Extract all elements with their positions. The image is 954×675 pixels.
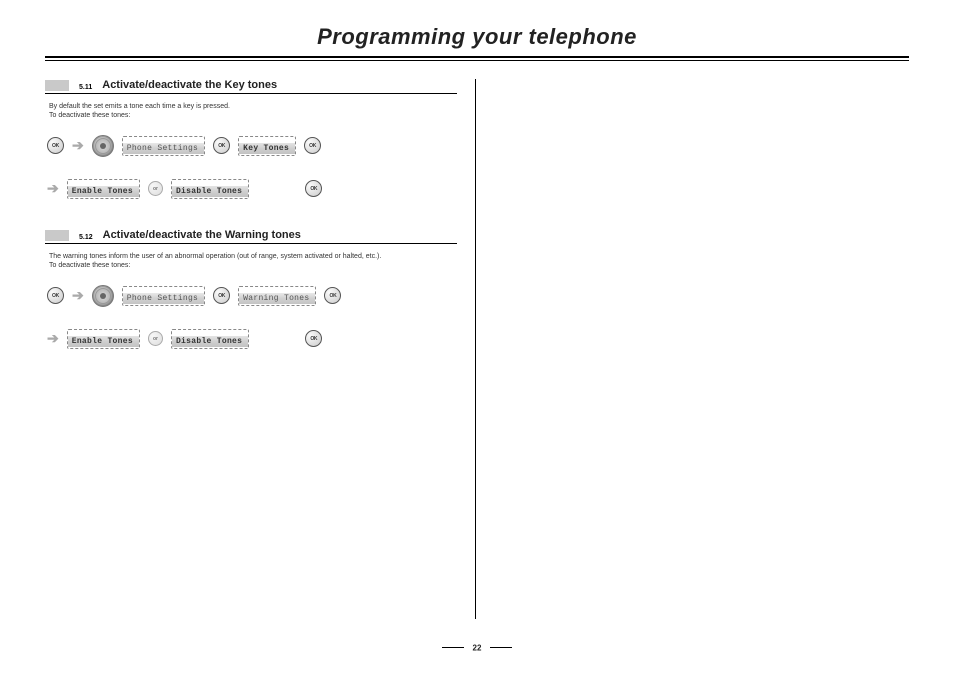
menu-label: Enable Tones: [68, 336, 139, 347]
flow-row-2: ➔ Enable Tones or Disable Tones OK: [45, 329, 457, 349]
menu-label: Disable Tones: [172, 186, 248, 197]
page: Programming your telephone 5.11 Activate…: [0, 0, 954, 675]
section-header: 5.11 Activate/deactivate the Key tones: [45, 79, 457, 94]
ok-button-icon: OK: [213, 137, 230, 154]
menu-pill-key-tones: Key Tones: [238, 136, 296, 156]
page-number: 22: [473, 643, 482, 652]
page-title: Programming your telephone: [45, 24, 909, 50]
divider-thick: [45, 56, 909, 58]
body-line-1: By default the set emits a tone each tim…: [49, 103, 230, 110]
left-column: 5.11 Activate/deactivate the Key tones B…: [45, 79, 475, 619]
menu-pill-disable-tones: Disable Tones: [171, 329, 249, 349]
section-number: 5.11: [79, 84, 92, 91]
columns: 5.11 Activate/deactivate the Key tones B…: [45, 79, 909, 619]
or-icon: or: [148, 181, 163, 196]
navigator-icon: [92, 285, 114, 307]
ok-button-icon: OK: [47, 137, 64, 154]
ok-button-icon: OK: [213, 287, 230, 304]
menu-label: Phone Settings: [123, 293, 204, 304]
menu-pill-enable-tones: Enable Tones: [67, 329, 140, 349]
navigator-icon: [92, 135, 114, 157]
menu-label: Key Tones: [239, 143, 295, 154]
page-number-bar-right: [490, 647, 512, 648]
ok-button-icon: OK: [305, 180, 322, 197]
arrow-icon: ➔: [47, 180, 59, 197]
section-title: Activate/deactivate the Key tones: [102, 79, 277, 91]
flow-row-1: OK ➔ Phone Settings OK Key Tones OK: [45, 135, 457, 157]
body-line-2: To deactivate these tones:: [49, 112, 130, 119]
body-line-2: To deactivate these tones:: [49, 262, 130, 269]
section-number-box: [45, 80, 69, 91]
section-5-11: 5.11 Activate/deactivate the Key tones B…: [45, 79, 457, 199]
ok-button-icon: OK: [305, 330, 322, 347]
body-line-1: The warning tones inform the user of an …: [49, 253, 381, 260]
menu-pill-warning-tones: Warning Tones: [238, 286, 316, 306]
page-number-bar-left: [442, 647, 464, 648]
menu-label: Enable Tones: [68, 186, 139, 197]
menu-pill-disable-tones: Disable Tones: [171, 179, 249, 199]
menu-label: Disable Tones: [172, 336, 248, 347]
section-number-box: [45, 230, 69, 241]
ok-button-icon: OK: [304, 137, 321, 154]
ok-button-icon: OK: [324, 287, 341, 304]
arrow-icon: ➔: [72, 137, 84, 154]
arrow-icon: ➔: [47, 330, 59, 347]
arrow-icon: ➔: [72, 287, 84, 304]
menu-label: Phone Settings: [123, 143, 204, 154]
menu-pill-phone-settings: Phone Settings: [122, 286, 205, 306]
flow-row-1: OK ➔ Phone Settings OK Warning Tones OK: [45, 285, 457, 307]
section-body: By default the set emits a tone each tim…: [49, 102, 457, 121]
menu-pill-phone-settings: Phone Settings: [122, 136, 205, 156]
section-5-12: 5.12 Activate/deactivate the Warning ton…: [45, 229, 457, 349]
page-number-wrap: 22: [0, 639, 954, 657]
section-header: 5.12 Activate/deactivate the Warning ton…: [45, 229, 457, 244]
section-number: 5.12: [79, 234, 93, 241]
or-icon: or: [148, 331, 163, 346]
flow-row-2: ➔ Enable Tones or Disable Tones OK: [45, 179, 457, 199]
section-title: Activate/deactivate the Warning tones: [103, 229, 301, 241]
menu-label: Warning Tones: [239, 293, 315, 304]
right-column: [476, 79, 909, 619]
ok-button-icon: OK: [47, 287, 64, 304]
menu-pill-enable-tones: Enable Tones: [67, 179, 140, 199]
divider-thin: [45, 60, 909, 61]
section-body: The warning tones inform the user of an …: [49, 252, 457, 271]
